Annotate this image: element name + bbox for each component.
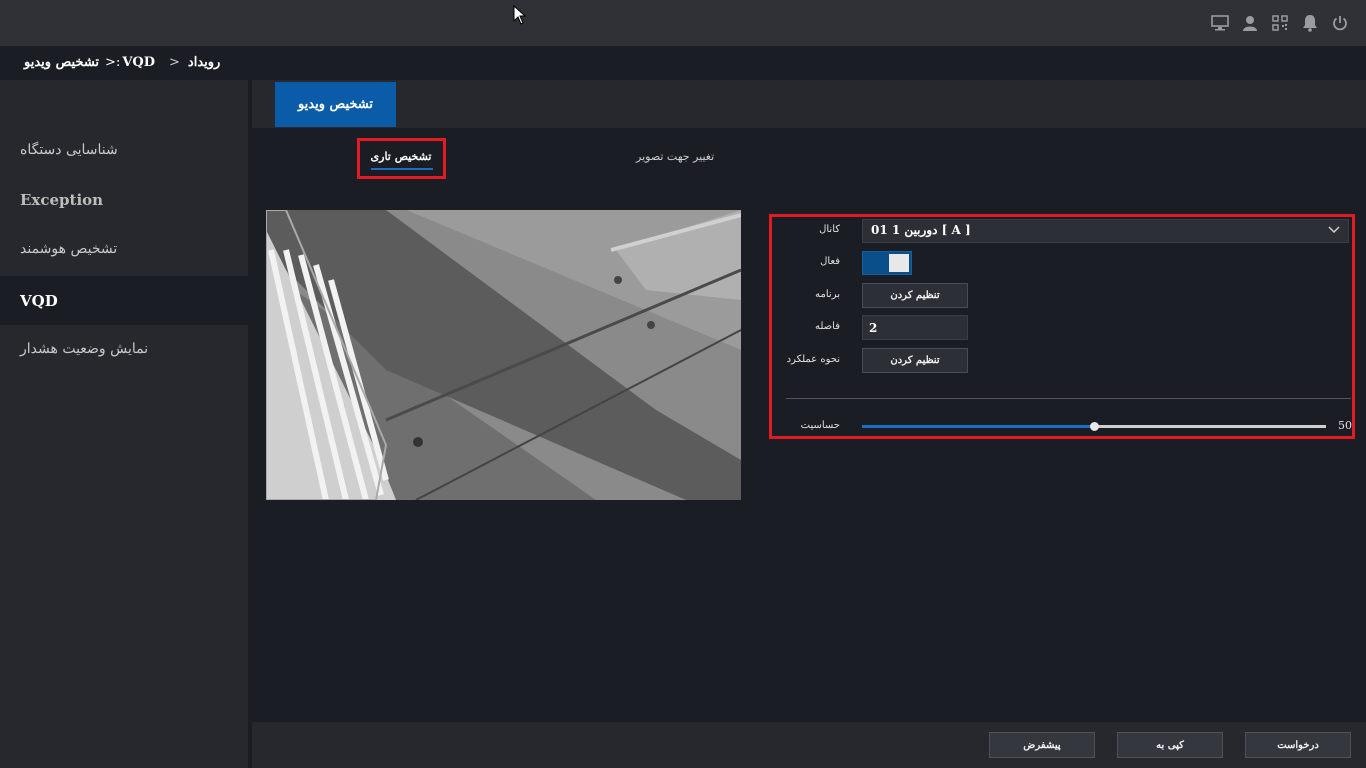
interval-label: فاصله [815,321,840,332]
tab-video-detection[interactable]: تشخیص ویدیو [275,82,396,127]
slider-fill [862,425,1094,428]
channel-label: کانال [819,224,840,235]
sidebar-item-exception[interactable]: Exception [0,176,248,224]
slider-thumb[interactable] [1090,422,1099,431]
default-button[interactable]: پیشفرض [989,732,1095,758]
chevron-down-icon [1328,226,1340,234]
sidebar-item-smart-detection[interactable]: تشخیص هوشمند [0,225,248,273]
sidebar-item-device-identification[interactable]: شناسایی دستگاه [0,126,248,174]
monitor-icon[interactable] [1210,12,1230,34]
power-icon[interactable] [1330,12,1350,34]
action-setup-button[interactable]: تنظیم کردن [862,348,968,373]
sensitivity-slider[interactable] [862,422,1326,431]
toggle-knob [889,254,909,272]
tab-strip [252,80,1366,128]
breadcrumb-separator: > [169,55,180,70]
enable-toggle[interactable] [862,251,912,275]
tab-image-orientation[interactable]: تغییر جهت تصویر [636,150,714,163]
schedule-setup-button[interactable]: تنظیم کردن [862,283,968,308]
breadcrumb-item-vqd[interactable]: VQD [122,55,155,70]
divider [786,398,1351,399]
channel-select[interactable]: دوربین 1 01 [ A ] [862,219,1349,243]
mouse-cursor-icon [513,5,527,25]
breadcrumb-item-video-detect[interactable]: تشخیص ویدیو [24,55,99,70]
qr-code-icon[interactable] [1270,12,1290,34]
interval-input[interactable]: 2 [862,315,968,340]
breadcrumb-item-event[interactable]: رویداد [188,55,220,70]
camera-preview [266,210,741,500]
enable-label: فعال [820,256,840,267]
highlight-box-settings [769,214,1355,439]
schedule-label: برنامه [815,289,840,300]
sensitivity-value: 50 [1338,419,1352,432]
breadcrumb-separator: >: [105,55,121,70]
alarm-bell-icon[interactable] [1300,12,1320,34]
highlight-box-tab [357,138,446,179]
breadcrumb: تشخیص ویدیو >: VQD > رویداد [24,55,226,70]
action-label: نحوه عملکرد [786,354,840,365]
top-bar [0,0,1366,46]
sensitivity-label: حساسیت [800,420,840,431]
channel-select-value: دوربین 1 01 [ A ] [871,223,971,237]
top-toolbar [1210,12,1350,34]
sidebar-item-alarm-status[interactable]: نمایش وضعیت هشدار [0,325,248,373]
sidebar-item-vqd[interactable]: VQD [0,276,248,325]
copy-to-button[interactable]: کپی به [1117,732,1223,758]
apply-button[interactable]: درخواست [1245,732,1351,758]
user-icon[interactable] [1240,12,1260,34]
